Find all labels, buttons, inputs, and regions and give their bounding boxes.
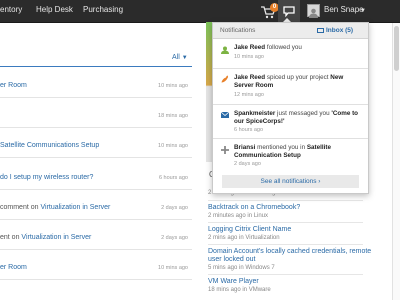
side-item-link[interactable]: Domain Account's locally cached credenti… [208, 248, 371, 255]
avatar[interactable] [307, 4, 320, 18]
feed-divider [0, 66, 192, 67]
notification-item[interactable]: Jake Reed followed you 10 mins ago [213, 39, 368, 69]
feed-row-time: 2 days ago [161, 235, 188, 241]
feed-row: Satellite Communications Setup 10 mins a… [0, 138, 192, 158]
message-icon [221, 111, 229, 118]
notification-item[interactable]: Jake Reed spiced up your project New Ser… [213, 69, 368, 105]
notification-item[interactable]: Spankmeister just messaged you 'Come to … [213, 105, 368, 139]
side-item-link-cont[interactable]: user locked out [208, 256, 255, 263]
feed-row-link[interactable]: er Room [0, 82, 27, 89]
chevron-down-icon[interactable]: ▼ [360, 8, 366, 14]
feed-row: er Room 10 mins ago [0, 78, 192, 98]
feed-row: comment on Virtualization in Server 2 da… [0, 200, 192, 220]
notification-time: 6 hours ago [234, 127, 264, 133]
nav-link-help-desk[interactable]: Help Desk [36, 5, 73, 14]
chat-bubble-icon [283, 6, 295, 17]
notification-time: 10 mins ago [234, 54, 264, 60]
notification-time: 2 days ago [234, 161, 261, 167]
notification-time: 12 mins ago [234, 92, 264, 98]
feed-row-time: 10 mins ago [158, 143, 188, 149]
notification-actor[interactable]: Jake Reed [234, 44, 265, 51]
feed-row-time: 10 mins ago [158, 83, 188, 89]
pepper-icon [221, 75, 229, 83]
notification-actor[interactable]: Spankmeister [234, 110, 275, 117]
scrollbar-thumb[interactable] [394, 26, 399, 71]
see-all-notifications-link[interactable]: See all notifications › [222, 175, 359, 188]
feed-row: do I setup my wireless router? 6 hours a… [0, 170, 192, 190]
feed-row: ent on Virtualization in Server 2 days a… [0, 230, 192, 250]
side-item-meta: 5 mins ago in Windows 7 [208, 265, 275, 271]
chevron-down-icon: ▼ [181, 55, 188, 61]
feed-row: er Room 10 mins ago [0, 260, 192, 280]
notifications-title: Notifications [220, 27, 256, 34]
feed-row: 18 mins ago [0, 108, 192, 128]
feed-row-time: 18 mins ago [158, 113, 188, 119]
notification-actor[interactable]: Briansi [234, 144, 255, 151]
notifications-dropdown: Notifications Inbox (5) Jake Reed follow… [212, 22, 369, 194]
nav-link-purchasing[interactable]: Purchasing [83, 5, 123, 14]
feed-row-time: 2 days ago [161, 205, 188, 211]
inbox-link[interactable]: Inbox (5) [326, 27, 353, 34]
notification-actor[interactable]: Jake Reed [234, 74, 265, 81]
side-item-meta: 2 mins ago in Virtualization [208, 235, 280, 241]
notification-item[interactable]: Briansi mentioned you in Satellite Commu… [213, 139, 368, 171]
feed-row-time: 10 mins ago [158, 265, 188, 271]
feed-row-link[interactable]: Satellite Communications Setup [0, 142, 99, 149]
nav-link-inventory[interactable]: entory [0, 5, 22, 14]
side-item-link[interactable]: Logging Citrix Client Name [208, 226, 291, 233]
side-item-meta: 18 mins ago in VMware [208, 287, 271, 293]
feed-row-link[interactable]: er Room [0, 264, 27, 271]
side-item-link[interactable]: Backtrack on a Chromebook? [208, 204, 300, 211]
feed-row-link[interactable]: Virtualization in Server [21, 234, 91, 241]
feed-row-time: 6 hours ago [158, 175, 188, 181]
side-divider [208, 200, 363, 201]
side-item-link[interactable]: VM Ware Player [208, 278, 259, 285]
scrollbar[interactable] [392, 23, 400, 300]
side-divider [208, 274, 363, 275]
top-nav-bar: entory Help Desk Purchasing 0 Ben Snape … [0, 0, 400, 23]
side-divider [208, 222, 363, 223]
follow-icon [221, 46, 229, 54]
feed-row-link[interactable]: Virtualization in Server [40, 204, 110, 211]
envelope-icon [317, 28, 324, 33]
notifications-header: Notifications Inbox (5) [213, 23, 368, 39]
user-silhouette-icon [309, 8, 318, 18]
side-item-meta: 2 minutes ago in Linux [208, 213, 269, 219]
feed-filter-select[interactable]: All ▼ [172, 54, 188, 61]
user-menu-name[interactable]: Ben Snape [324, 5, 364, 14]
mention-plus-icon [221, 146, 229, 154]
feed-row-link[interactable]: do I setup my wireless router? [0, 174, 93, 181]
side-divider [208, 244, 363, 245]
